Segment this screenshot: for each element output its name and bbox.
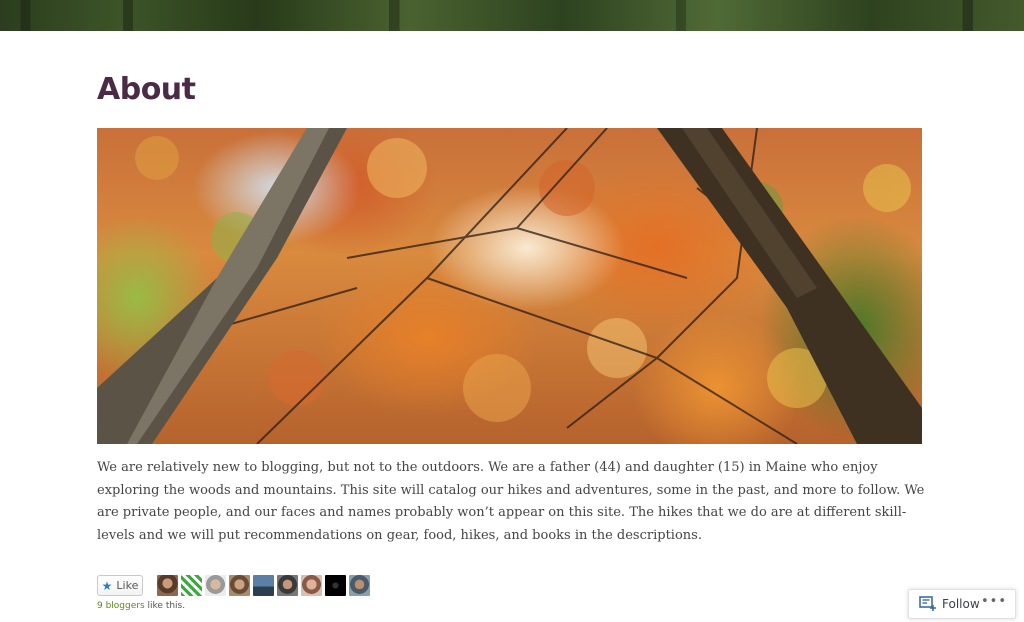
like-button[interactable]: ★ Like (97, 575, 143, 596)
follow-label: Follow (942, 597, 980, 611)
avatar[interactable] (349, 575, 370, 596)
follow-button[interactable]: Follow (919, 596, 980, 612)
about-paragraph: We are relatively new to blogging, but n… (97, 460, 925, 543)
featured-image-trees (97, 128, 922, 444)
likes-count-text: 9 bloggers like this. (97, 601, 185, 611)
reader-follow-icon (919, 596, 936, 611)
liker-avatars (157, 575, 370, 596)
avatar[interactable] (205, 575, 226, 596)
follow-bar: Follow ••• (908, 589, 1016, 619)
page-title: About (97, 72, 196, 107)
likes-count-link[interactable]: 9 bloggers (97, 601, 145, 611)
avatar[interactable] (229, 575, 250, 596)
likes-count-suffix: like this. (144, 601, 186, 611)
ellipsis-icon[interactable]: ••• (981, 594, 1007, 609)
header-banner-image (0, 0, 1024, 31)
avatar[interactable] (157, 575, 178, 596)
star-icon: ★ (101, 578, 113, 593)
like-button-label: Like (116, 579, 139, 592)
avatar[interactable] (181, 575, 202, 596)
avatar[interactable] (301, 575, 322, 596)
avatar[interactable] (253, 575, 274, 596)
featured-image (97, 128, 922, 444)
avatar[interactable] (325, 575, 346, 596)
avatar[interactable] (277, 575, 298, 596)
